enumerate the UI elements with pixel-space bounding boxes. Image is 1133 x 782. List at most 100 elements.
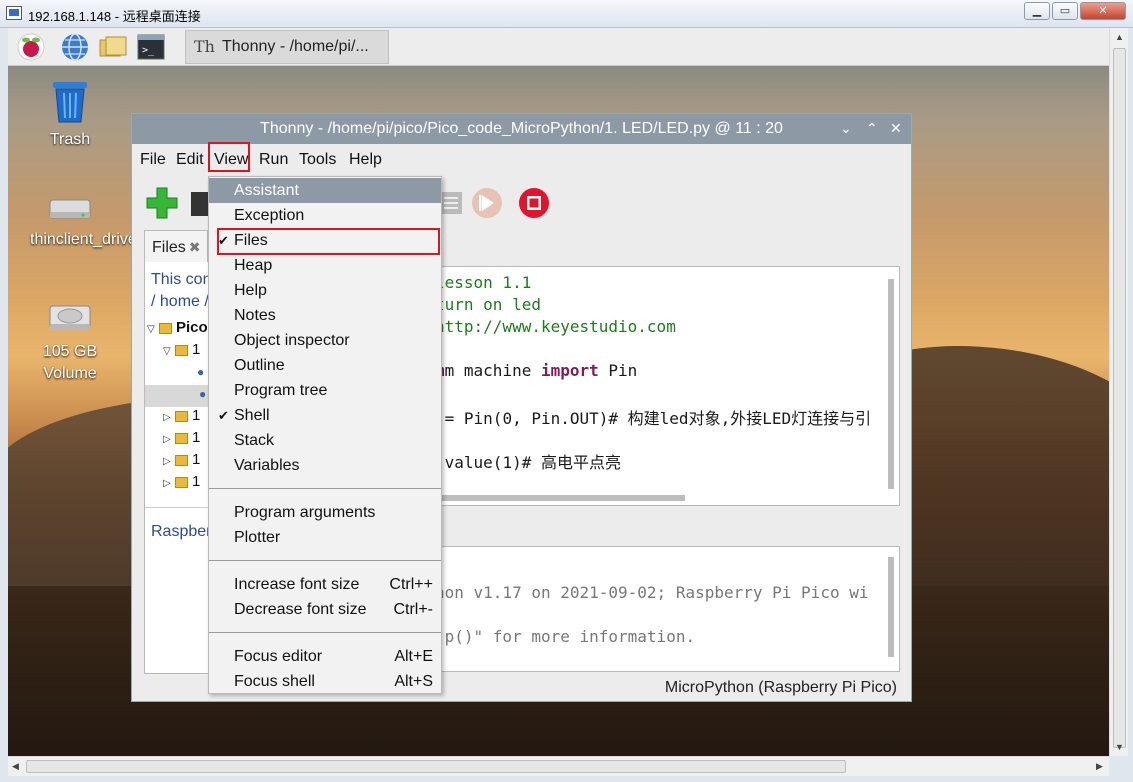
editor-horizontal-scrollbar[interactable] xyxy=(435,493,883,503)
menu-item-label: Program arguments xyxy=(234,504,376,521)
code-line: = Pin(0, Pin.OUT)# 构建led对象,外接LED灯连接与引 xyxy=(435,405,871,429)
browser-icon[interactable] xyxy=(60,32,90,62)
tree-item[interactable]: ▷ 1 xyxy=(163,451,200,473)
tree-item[interactable]: ▽ Pico xyxy=(147,319,208,341)
editor-vertical-scrollbar[interactable] xyxy=(885,269,897,503)
rdp-app-icon xyxy=(6,6,22,20)
check-icon: ✔ xyxy=(218,408,229,423)
scroll-left-arrow-icon[interactable]: ◀ xyxy=(12,761,19,772)
menu-file[interactable]: File xyxy=(140,151,166,169)
menu-item-shell[interactable]: ✔ Shell xyxy=(209,403,441,428)
annotation-box-files xyxy=(217,228,440,255)
close-icon[interactable]: ✕ xyxy=(890,120,902,137)
terminal-icon[interactable]: >_ xyxy=(136,32,166,62)
menu-item-decrease-font-size[interactable]: Decrease font size Ctrl+- xyxy=(209,597,441,622)
resume-icon[interactable] xyxy=(470,186,504,220)
menu-separator xyxy=(209,560,441,561)
desktop-icon-label: Trash xyxy=(49,131,91,148)
menu-item-label: Heap xyxy=(234,257,273,274)
tree-item[interactable]: ▷ 1 xyxy=(163,407,200,429)
desktop-icon-thinclient-drives[interactable]: thinclient_drives xyxy=(30,194,145,251)
scroll-up-arrow-icon[interactable]: ▲ xyxy=(1115,32,1124,42)
thonny-titlebar: Thonny - /home/pi/pico/Pico_code_MicroPy… xyxy=(132,114,911,144)
stop-icon[interactable] xyxy=(517,186,551,220)
rdp-horizontal-scrollbar[interactable]: ◀ ▶ xyxy=(8,756,1109,776)
close-tab-icon[interactable]: ✖ xyxy=(189,239,201,255)
rdp-vertical-scrollbar[interactable]: ▲ ▼ xyxy=(1109,28,1128,756)
desktop-icon-volume[interactable]: 105 GB Volume xyxy=(30,302,110,385)
menu-edit[interactable]: Edit xyxy=(176,151,204,169)
interpreter-status[interactable]: MicroPython (Raspberry Pi Pico) xyxy=(665,679,897,697)
tree-item[interactable]: ▷ 1 xyxy=(163,473,200,495)
taskbar-thonny-window[interactable]: Th Thonny - /home/pi/... xyxy=(185,30,389,64)
maximize-button[interactable]: ▭ xyxy=(1052,2,1078,20)
menu-item-assistant[interactable]: Assistant xyxy=(209,178,441,203)
tree-item-label: 1 xyxy=(192,341,201,358)
menu-item-object-inspector[interactable]: Object inspector xyxy=(209,328,441,353)
menu-item-label: Focus shell xyxy=(234,673,315,690)
tree-item[interactable]: ● xyxy=(197,363,204,385)
menu-item-label: Program tree xyxy=(234,382,328,399)
tree-item-label: 1 xyxy=(192,451,201,468)
trash-icon xyxy=(53,82,87,123)
menu-item-label: Focus editor xyxy=(234,648,323,665)
menu-item-help[interactable]: Help xyxy=(209,278,441,303)
menu-item-label: Notes xyxy=(234,307,276,324)
new-file-icon[interactable] xyxy=(145,186,179,220)
scroll-down-arrow-icon[interactable]: ▼ xyxy=(1115,742,1124,752)
code-line: lesson 1.1 xyxy=(435,273,531,292)
tree-expand-right-icon[interactable]: ▷ xyxy=(163,456,175,467)
menu-item-exception[interactable]: Exception xyxy=(209,203,441,228)
tree-item[interactable]: ▷ 1 xyxy=(163,429,200,451)
menu-item-label: Shell xyxy=(234,407,270,424)
menu-item-focus-shell[interactable]: Focus shell Alt+S xyxy=(209,669,441,694)
this-computer-label: This con xyxy=(151,271,212,288)
annotation-box-view xyxy=(208,142,250,172)
scrollbar-thumb[interactable] xyxy=(888,557,894,657)
chevron-up-icon[interactable]: ⌃ xyxy=(866,120,878,137)
scrollbar-thumb[interactable] xyxy=(435,495,685,501)
menu-item-increase-font-size[interactable]: Increase font size Ctrl++ xyxy=(209,572,441,597)
shell-panel[interactable]: hon v1.17 on 2021-09-02; Raspberry Pi Pi… xyxy=(434,546,900,672)
shell-scrollbar[interactable] xyxy=(885,549,897,669)
desktop-icon-label: thinclient_drives xyxy=(30,231,145,248)
folder-icon xyxy=(175,454,188,466)
tree-expand-right-icon[interactable]: ▷ xyxy=(163,478,175,489)
menu-item-variables[interactable]: Variables xyxy=(209,453,441,478)
menu-item-label: Plotter xyxy=(234,529,281,546)
file-manager-icon[interactable] xyxy=(98,32,128,62)
menu-help[interactable]: Help xyxy=(349,151,382,169)
code-editor[interactable]: lesson 1.1 turn on led http://www.keyest… xyxy=(434,266,900,506)
menu-run[interactable]: Run xyxy=(259,151,288,169)
scrollbar-thumb[interactable] xyxy=(1113,48,1126,748)
tree-expand-down-icon[interactable]: ▽ xyxy=(163,346,175,357)
menu-item-plotter[interactable]: Plotter xyxy=(209,525,441,550)
scrollbar-thumb[interactable] xyxy=(888,279,894,489)
tab-files[interactable]: Files ✖ xyxy=(144,230,208,262)
minimize-button[interactable]: ▁ xyxy=(1024,2,1050,20)
tree-item-selected[interactable]: ● xyxy=(145,385,209,407)
menu-item-outline[interactable]: Outline xyxy=(209,353,441,378)
scrollbar-thumb[interactable] xyxy=(26,760,846,773)
desktop-icon-trash[interactable]: Trash xyxy=(30,80,110,151)
menu-item-program-arguments[interactable]: Program arguments xyxy=(209,500,441,525)
python-file-icon: ● xyxy=(197,365,205,379)
menu-item-notes[interactable]: Notes xyxy=(209,303,441,328)
tree-expand-right-icon[interactable]: ▷ xyxy=(163,434,175,445)
scroll-right-arrow-icon[interactable]: ▶ xyxy=(1096,761,1103,772)
menu-item-stack[interactable]: Stack xyxy=(209,428,441,453)
close-button[interactable]: ✕ xyxy=(1080,2,1126,20)
path-breadcrumb[interactable]: / home / xyxy=(151,293,209,311)
tree-item-label: 1 xyxy=(192,407,201,424)
tree-expand-down-icon[interactable]: ▽ xyxy=(147,324,159,335)
raspberry-menu-icon[interactable] xyxy=(16,32,46,62)
shell-line: .p()" for more information. xyxy=(435,627,696,646)
menu-item-heap[interactable]: Heap xyxy=(209,253,441,278)
menu-tools[interactable]: Tools xyxy=(299,151,336,169)
tree-expand-right-icon[interactable]: ▷ xyxy=(163,412,175,423)
chevron-down-icon[interactable]: ⌄ xyxy=(840,120,852,137)
menu-item-program-tree[interactable]: Program tree xyxy=(209,378,441,403)
menu-item-focus-editor[interactable]: Focus editor Alt+E xyxy=(209,644,441,669)
tree-item[interactable]: ▽ 1 xyxy=(163,341,200,363)
code-text: http://www.keyestudio.com xyxy=(435,317,676,336)
